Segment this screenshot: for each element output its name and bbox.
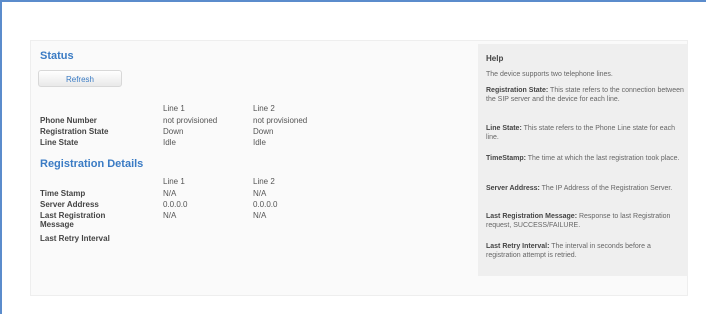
line-state-line2: Idle xyxy=(253,138,266,147)
last-registration-line2: N/A xyxy=(253,211,267,220)
refresh-button[interactable]: Refresh xyxy=(38,70,122,87)
line-state-line1: Idle xyxy=(163,138,176,147)
help-item-timestamp: TimeStamp: The time at which the last re… xyxy=(486,154,684,163)
time-stamp-label: Time Stamp xyxy=(40,189,86,198)
help-item-last-registration-message: Last Registration Message: Response to l… xyxy=(486,212,684,230)
help-term: Last Registration Message: xyxy=(486,213,578,220)
help-item-last-retry-interval: Last Retry Interval: The interval in sec… xyxy=(486,242,684,260)
registration-state-line1: Down xyxy=(163,127,184,136)
help-term: Registration State: xyxy=(486,87,549,94)
last-registration-label: Last Registration xyxy=(40,211,106,220)
registration-details-title: Registration Details xyxy=(40,158,144,170)
phone-number-label: Phone Number xyxy=(40,116,97,125)
reg-col-line2: Line 2 xyxy=(253,177,275,186)
help-intro: The device supports two telephone lines. xyxy=(486,71,613,78)
help-text: The time at which the last registration … xyxy=(525,155,680,162)
server-address-label: Server Address xyxy=(40,200,99,209)
line-state-label: Line State xyxy=(40,138,79,147)
help-title: Help xyxy=(486,54,504,63)
help-item-line-state: Line State: This state refers to the Pho… xyxy=(486,124,684,142)
status-col-line2: Line 2 xyxy=(253,104,275,113)
phone-number-line1: not provisioned xyxy=(163,116,218,125)
help-term: TimeStamp: xyxy=(486,155,526,162)
time-stamp-line2: N/A xyxy=(253,189,267,198)
help-term: Server Address: xyxy=(486,185,540,192)
status-col-line1: Line 1 xyxy=(163,104,185,113)
time-stamp-line1: N/A xyxy=(163,189,177,198)
help-text: The IP Address of the Registration Serve… xyxy=(539,185,673,192)
status-title: Status xyxy=(40,50,74,62)
help-term: Line State: xyxy=(486,125,522,132)
help-item-server-address: Server Address: The IP Address of the Re… xyxy=(486,184,684,193)
server-address-line1: 0.0.0.0 xyxy=(163,200,188,209)
last-registration-line1: N/A xyxy=(163,211,177,220)
server-address-line2: 0.0.0.0 xyxy=(253,200,278,209)
help-term: Last Retry Interval: xyxy=(486,243,550,250)
phone-number-line2: not provisioned xyxy=(253,116,308,125)
reg-col-line1: Line 1 xyxy=(163,177,185,186)
last-registration-label-cont: Message xyxy=(40,220,74,229)
registration-state-line2: Down xyxy=(253,127,274,136)
registration-state-label: Registration State xyxy=(40,127,109,136)
last-retry-interval-label: Last Retry Interval xyxy=(40,234,110,243)
help-item-registration-state: Registration State: This state refers to… xyxy=(486,86,684,104)
